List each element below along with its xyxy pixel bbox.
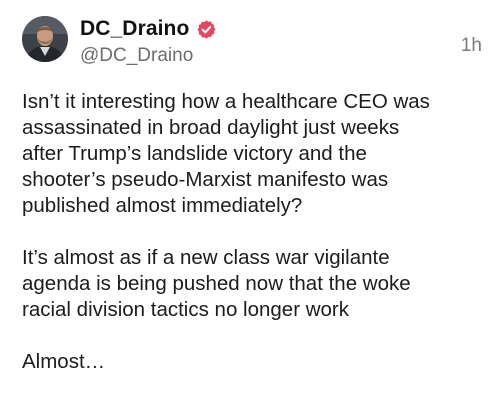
author-block: DC_Draino @DC_Draino <box>80 16 217 67</box>
post-header: DC_Draino @DC_Draino 1h <box>22 16 482 72</box>
profile-photo-icon <box>22 16 68 62</box>
post-card: DC_Draino @DC_Draino 1h Isn’t it interes… <box>0 0 500 411</box>
avatar[interactable] <box>22 16 68 62</box>
author-handle[interactable]: @DC_Draino <box>80 45 217 67</box>
post-paragraph: It’s almost as if a new class war vigila… <box>22 246 411 321</box>
author-name-row[interactable]: DC_Draino <box>80 16 217 42</box>
post-timestamp[interactable]: 1h <box>461 35 482 57</box>
verified-badge-icon <box>196 19 217 40</box>
post-paragraph: Almost… <box>22 350 106 373</box>
display-name[interactable]: DC_Draino <box>80 17 189 41</box>
post-body: Isn’t it interesting how a healthcare CE… <box>22 89 482 375</box>
post-paragraph: Isn’t it interesting how a healthcare CE… <box>22 90 430 217</box>
